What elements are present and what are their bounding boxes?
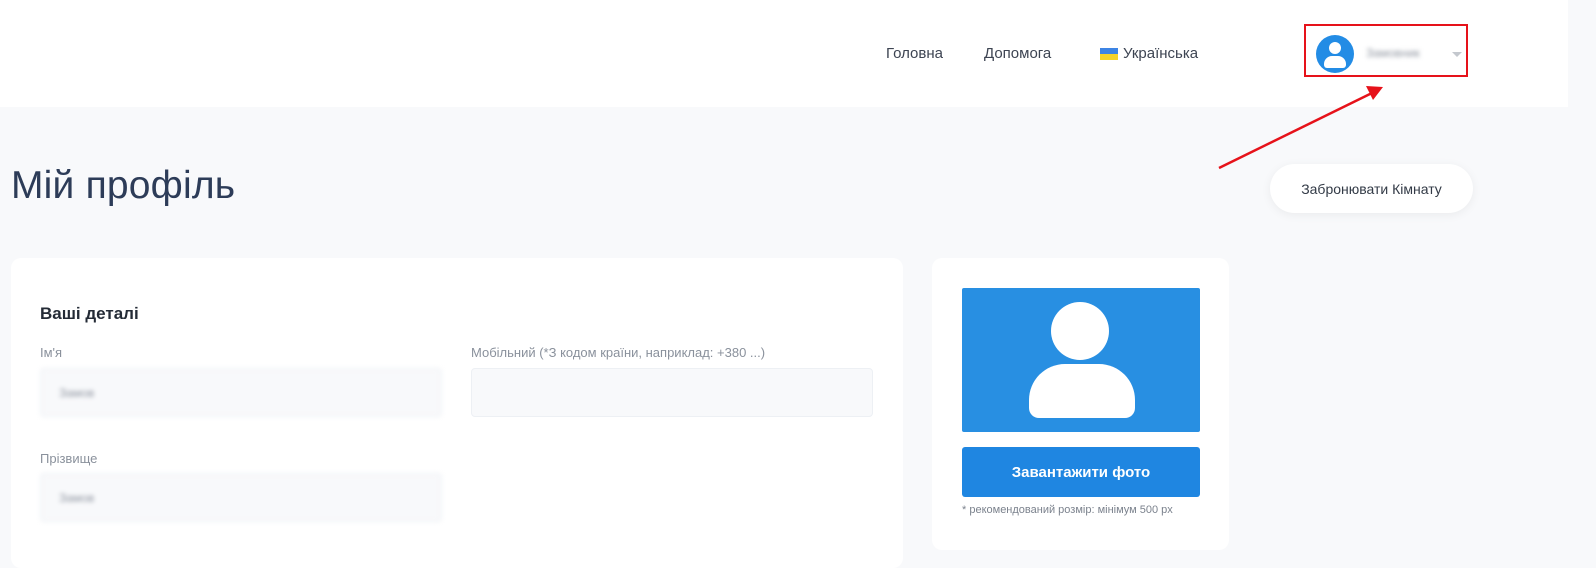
photo-size-hint: * рекомендований розмір: мінімум 500 px — [962, 504, 1173, 516]
upload-photo-button[interactable]: Завантажити фото — [962, 447, 1200, 497]
mobile-input[interactable] — [471, 368, 873, 417]
mobile-label: Мобільний (*З кодом країни, наприклад: +… — [471, 345, 766, 360]
details-card: Ваші деталі Ім'я Мобільний (*З кодом кра… — [11, 258, 903, 568]
last-name-input[interactable] — [40, 473, 442, 522]
last-name-label: Прізвище — [40, 451, 98, 466]
first-name-input[interactable] — [40, 368, 442, 417]
profile-placeholder-icon — [962, 288, 1200, 432]
profile-photo-card: Завантажити фото * рекомендований розмір… — [932, 258, 1229, 550]
page-title: Мій профіль — [11, 164, 236, 207]
book-room-button[interactable]: Забронювати Кімнату — [1270, 164, 1473, 213]
details-section-title: Ваші деталі — [40, 304, 139, 323]
first-name-label: Ім'я — [40, 345, 63, 360]
